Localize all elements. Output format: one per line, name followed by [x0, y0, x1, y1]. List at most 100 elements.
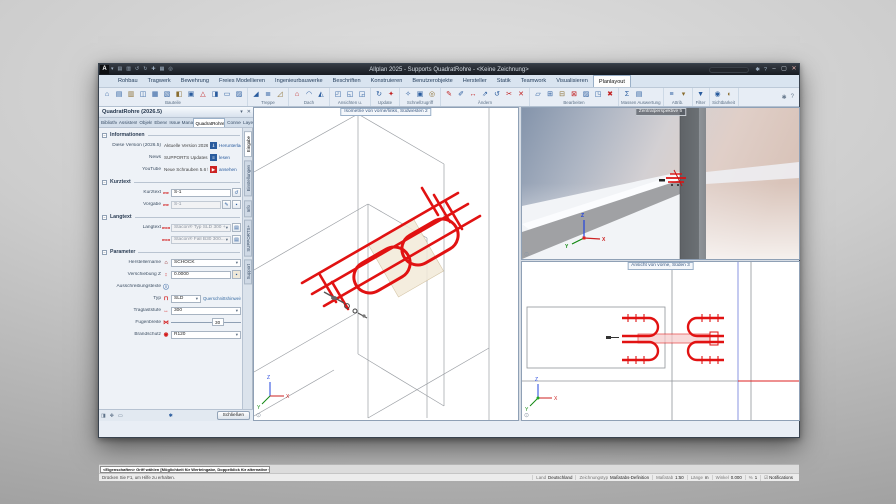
ribbon-tab[interactable]: Planlayout [593, 75, 631, 87]
langtext-edit-button[interactable]: ▤ [232, 223, 241, 232]
verschiebung-input[interactable]: 0.0000 [171, 271, 231, 279]
ribbon-tab[interactable]: Benutzerobjekte [407, 75, 457, 87]
new-document-icon[interactable]: ✚ [149, 64, 157, 75]
quick-2-icon[interactable]: ▣ [414, 89, 426, 100]
ribbon-tab[interactable]: Hersteller [458, 75, 492, 87]
viewport-isometric[interactable]: Isometrie von vorne/links, Südwesten 2 [253, 107, 519, 421]
apply-button[interactable]: ▪ [232, 200, 241, 209]
viewport-label[interactable]: Isometrie von vorne/links, Südwesten 2 [340, 108, 431, 116]
subtract-icon[interactable]: ⊟ [556, 89, 568, 100]
ribbon-tab[interactable]: Freies Modellieren [214, 75, 270, 87]
typ-select[interactable]: SLD▾ [171, 295, 201, 303]
quick-3-icon[interactable]: ◎ [426, 89, 438, 100]
ribbon-tab[interactable]: Tragwerk [143, 75, 176, 87]
fugenbreite-slider[interactable]: 30 [171, 318, 241, 327]
vorgabe-input[interactable]: S-1 [171, 201, 221, 209]
palette-tab[interactable]: Assistenten [117, 118, 138, 127]
hersteller-select[interactable]: SCHÖCK▾ [171, 259, 241, 267]
save-icon[interactable]: ▥ [124, 64, 133, 75]
palette-tab[interactable]: Objekte [137, 118, 152, 127]
edit-button[interactable]: ✎ [222, 200, 231, 209]
stretch-icon[interactable]: ⇗ [479, 89, 491, 100]
palette-tab[interactable]: Ebenen [152, 118, 167, 127]
foundation-icon[interactable]: ◧ [173, 89, 185, 100]
ribbon-settings-icon[interactable]: ✱ [780, 94, 789, 101]
palette-side-tab[interactable]: Einstellungen [244, 160, 252, 196]
navigation-sphere-icon[interactable]: ⊙ [524, 413, 529, 419]
roof-plane-icon[interactable]: △ [197, 89, 209, 100]
layout-icon[interactable]: ▦ [158, 64, 167, 75]
minimize-button[interactable]: – [769, 64, 779, 75]
close-button[interactable]: ✕ [789, 64, 799, 75]
open-icon[interactable]: ▤ [116, 64, 125, 75]
news-icon[interactable]: ≡ [210, 154, 217, 161]
help-icon[interactable]: ? [762, 67, 769, 73]
dialog-line[interactable]: <Eigenschaften> Griff wählen [Möglichkei… [100, 466, 270, 473]
maximize-button[interactable]: ▢ [779, 64, 789, 75]
close-palette-button[interactable]: Schließen [217, 411, 250, 420]
ribbon-tab[interactable]: Konstruieren [366, 75, 408, 87]
navigation-sphere-icon[interactable]: ⊙ [256, 413, 261, 419]
move-icon[interactable]: ↔ [467, 89, 479, 100]
status-item[interactable]: Maßstab1:50 [652, 475, 687, 480]
pin-icon[interactable]: ◨ [99, 413, 108, 419]
dock-icon[interactable]: ✥ [108, 413, 116, 419]
settings-icon[interactable]: ✱ [753, 67, 762, 73]
palette-close-icon[interactable]: ✕ [245, 109, 253, 115]
ramp-icon[interactable]: ◿ [274, 89, 286, 100]
refresh-button[interactable]: ↺ [232, 188, 241, 197]
visibility-icon[interactable]: ◉ [712, 89, 724, 100]
watch-link[interactable]: ansehen [219, 167, 237, 172]
delete-icon[interactable]: ✕ [515, 89, 527, 100]
status-item[interactable]: %1 [745, 475, 760, 480]
download-icon[interactable]: ⇓ [210, 142, 217, 149]
ribbon-tab[interactable]: Rohbau [113, 75, 143, 87]
roof-icon[interactable]: ⌂ [291, 89, 303, 100]
slab-icon[interactable]: ▤ [113, 89, 125, 100]
traglast-select[interactable]: 300▾ [171, 307, 241, 315]
viewport-label[interactable]: Zentralperspektive 5 [635, 108, 686, 116]
chimney-icon[interactable]: ◨ [209, 89, 221, 100]
layer-visibility-icon[interactable]: ◐ [724, 89, 736, 100]
intersect-icon[interactable]: ⊠ [568, 89, 580, 100]
recess-icon[interactable]: ▭ [221, 89, 233, 100]
rebar-connector-drawing[interactable] [302, 188, 480, 309]
refresh-3d-icon[interactable]: ✦ [385, 89, 397, 100]
palette-tab[interactable]: Layer [241, 118, 253, 127]
langtext-edit-button[interactable]: ▤ [232, 235, 241, 244]
palette-tab[interactable]: Bibliothek [99, 118, 117, 127]
cross-section-hint[interactable]: Querschnittshinweis [203, 296, 241, 301]
ribbon-tab[interactable]: Bewehrung [176, 75, 214, 87]
allplan-logo[interactable]: A [100, 65, 109, 74]
stair-run-icon[interactable]: ≣ [262, 89, 274, 100]
ribbon-tab[interactable]: Statik [492, 75, 516, 87]
rotate-icon[interactable]: ↺ [491, 89, 503, 100]
collapse-icon[interactable]: − [102, 215, 107, 220]
window-mode-icon[interactable]: ▭ [116, 413, 125, 419]
section-icon[interactable]: ◱ [344, 89, 356, 100]
navigation-sphere-icon[interactable]: ⊙ [524, 252, 529, 258]
search-icon[interactable]: ◎ [166, 64, 174, 75]
status-item[interactable]: Längem [687, 475, 712, 480]
skylight-icon[interactable]: ◭ [315, 89, 327, 100]
beam-icon[interactable]: ▧ [161, 89, 173, 100]
array-icon[interactable]: ⊞ [544, 89, 556, 100]
stair-icon[interactable]: ◢ [250, 89, 262, 100]
palette-side-tab[interactable]: Support [244, 259, 252, 284]
viewport-perspective[interactable]: Zentralperspektive 5 [521, 107, 800, 260]
roof-covering-icon[interactable]: ◠ [303, 89, 315, 100]
trim-icon[interactable]: ✂ [503, 89, 515, 100]
palette-tab[interactable]: Issue Manager [167, 118, 192, 127]
brandschutz-select[interactable]: R120▾ [171, 331, 241, 339]
collapse-icon[interactable]: − [102, 180, 107, 185]
read-link[interactable]: lesen [219, 155, 230, 160]
status-item[interactable]: ZeichnungstypMaßstabs-Definition [575, 475, 652, 480]
langtext-select-1[interactable]: Stacon® Typ SLD 300 +...▾ [171, 224, 231, 232]
modify-icon[interactable]: ✐ [455, 89, 467, 100]
undo-icon[interactable]: ↺ [133, 64, 141, 75]
collapse-icon[interactable]: − [102, 250, 107, 255]
door-icon[interactable]: ◫ [137, 89, 149, 100]
transform-icon[interactable]: ▱ [532, 89, 544, 100]
update-icon[interactable]: ↻ [373, 89, 385, 100]
ribbon-tab[interactable]: Teamwork [516, 75, 552, 87]
